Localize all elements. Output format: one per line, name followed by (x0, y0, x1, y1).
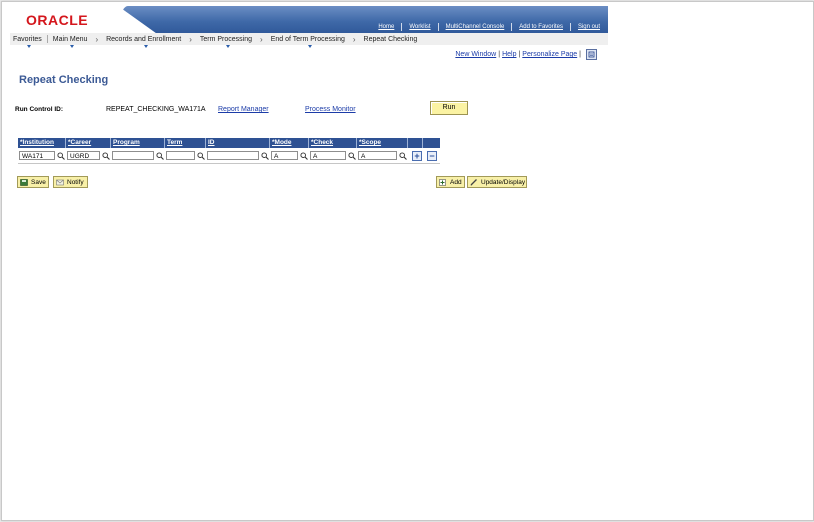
page-title: Repeat Checking (19, 74, 109, 86)
save-label: Save (31, 178, 46, 186)
col-career[interactable]: *Career (66, 138, 111, 148)
cell-mode: A (270, 151, 309, 160)
chevron-right-icon: › (352, 34, 356, 44)
add-icon (439, 178, 447, 186)
worklist-link[interactable]: Worklist (402, 24, 437, 30)
cell-scope: A (357, 151, 408, 160)
chevron-right-icon: › (260, 34, 263, 44)
col-delete (423, 138, 440, 148)
new-window-link[interactable]: New Window (455, 51, 496, 58)
cell-add-row: + (408, 150, 423, 161)
browser-page: ORACLE Home Worklist MultiChannel Consol… (1, 1, 814, 521)
lookup-icon[interactable] (102, 151, 110, 160)
col-mode[interactable]: *Mode (270, 138, 309, 148)
run-control-label: Run Control ID: (15, 106, 64, 113)
page-help-icon[interactable] (586, 49, 597, 60)
add-label: Add (450, 178, 462, 186)
run-button[interactable]: Run (430, 101, 468, 115)
sign-out-link[interactable]: Sign out (571, 24, 607, 30)
cell-institution: WA171 (18, 151, 66, 160)
check-input[interactable]: A (310, 151, 346, 160)
table-row: WA171 UGRD A A A + − (18, 148, 440, 164)
dropdown-arrow-icon (225, 44, 230, 48)
id-input[interactable] (207, 151, 259, 160)
divider: | (518, 51, 521, 58)
divider: | (579, 51, 581, 58)
lookup-icon[interactable] (57, 151, 65, 160)
dropdown-arrow-icon (27, 44, 32, 48)
update-display-label: Update/Display (481, 178, 526, 186)
career-input[interactable]: UGRD (67, 151, 100, 160)
nav-term-processing[interactable]: Term Processing (197, 36, 255, 48)
lookup-icon[interactable] (399, 151, 407, 160)
nav-end-of-term-processing[interactable]: End of Term Processing (268, 36, 348, 48)
envelope-icon (56, 179, 64, 186)
chevron-right-icon: › (189, 34, 192, 44)
cell-career: UGRD (66, 151, 111, 160)
personalize-page-link[interactable]: Personalize Page (522, 51, 577, 58)
cell-term (165, 151, 206, 160)
home-link[interactable]: Home (371, 24, 401, 30)
dropdown-arrow-icon (70, 44, 75, 48)
col-add (408, 138, 423, 148)
institution-input[interactable]: WA171 (19, 151, 55, 160)
mode-input[interactable]: A (271, 151, 298, 160)
page-links: New Window | Help | Personalize Page | (455, 49, 597, 60)
multichannel-console-link[interactable]: MultiChannel Console (439, 24, 512, 30)
process-monitor-link[interactable]: Process Monitor (305, 106, 356, 113)
col-id[interactable]: ID (206, 138, 270, 148)
cell-delete-row: − (423, 150, 440, 161)
dropdown-arrow-icon (143, 44, 148, 48)
help-link[interactable]: Help (502, 51, 516, 58)
chevron-right-icon: › (95, 34, 99, 44)
dropdown-arrow-icon (307, 44, 312, 48)
col-institution[interactable]: *Institution (18, 138, 66, 148)
report-manager-link[interactable]: Report Manager (218, 106, 269, 113)
col-program[interactable]: Program (111, 138, 165, 148)
add-button[interactable]: Add (436, 176, 465, 188)
pencil-icon (470, 178, 478, 186)
cell-check: A (309, 151, 357, 160)
nav-records-enrollment[interactable]: Records and Enrollment (103, 36, 184, 48)
add-row-icon[interactable]: + (412, 150, 422, 161)
divider: | (498, 51, 501, 58)
col-term[interactable]: Term (165, 138, 206, 148)
top-links: Home Worklist MultiChannel Console Add t… (371, 22, 607, 32)
lookup-icon[interactable] (156, 151, 164, 160)
lookup-icon[interactable] (300, 151, 308, 160)
nav-repeat-checking: Repeat Checking (363, 35, 418, 43)
add-to-favorites-link[interactable]: Add to Favorites (512, 24, 570, 30)
update-display-button[interactable]: Update/Display (467, 176, 527, 188)
save-icon (20, 178, 28, 186)
notify-label: Notify (67, 178, 84, 186)
lookup-icon[interactable] (348, 151, 356, 160)
cell-program (111, 151, 165, 160)
program-input[interactable] (112, 151, 154, 160)
col-scope[interactable]: *Scope (357, 138, 408, 148)
save-button[interactable]: Save (17, 176, 49, 188)
cell-id (206, 151, 270, 160)
lookup-icon[interactable] (197, 151, 205, 160)
scope-input[interactable]: A (358, 151, 397, 160)
divider (46, 35, 48, 43)
term-input[interactable] (166, 151, 195, 160)
run-control-value: REPEAT_CHECKING_WA171A (106, 106, 206, 113)
lookup-icon[interactable] (261, 151, 269, 160)
col-check[interactable]: *Check (309, 138, 357, 148)
notify-button[interactable]: Notify (53, 176, 88, 188)
grid-header: *Institution *Career Program Term ID *Mo… (18, 138, 440, 148)
oracle-logo: ORACLE (26, 12, 89, 28)
nav-main-menu[interactable]: Main Menu (50, 36, 91, 48)
nav-favorites[interactable]: Favorites (10, 36, 45, 48)
delete-row-icon[interactable]: − (427, 150, 437, 161)
breadcrumb: Favorites Main Menu › Records and Enroll… (10, 33, 608, 48)
parameters-grid: *Institution *Career Program Term ID *Mo… (18, 138, 440, 164)
